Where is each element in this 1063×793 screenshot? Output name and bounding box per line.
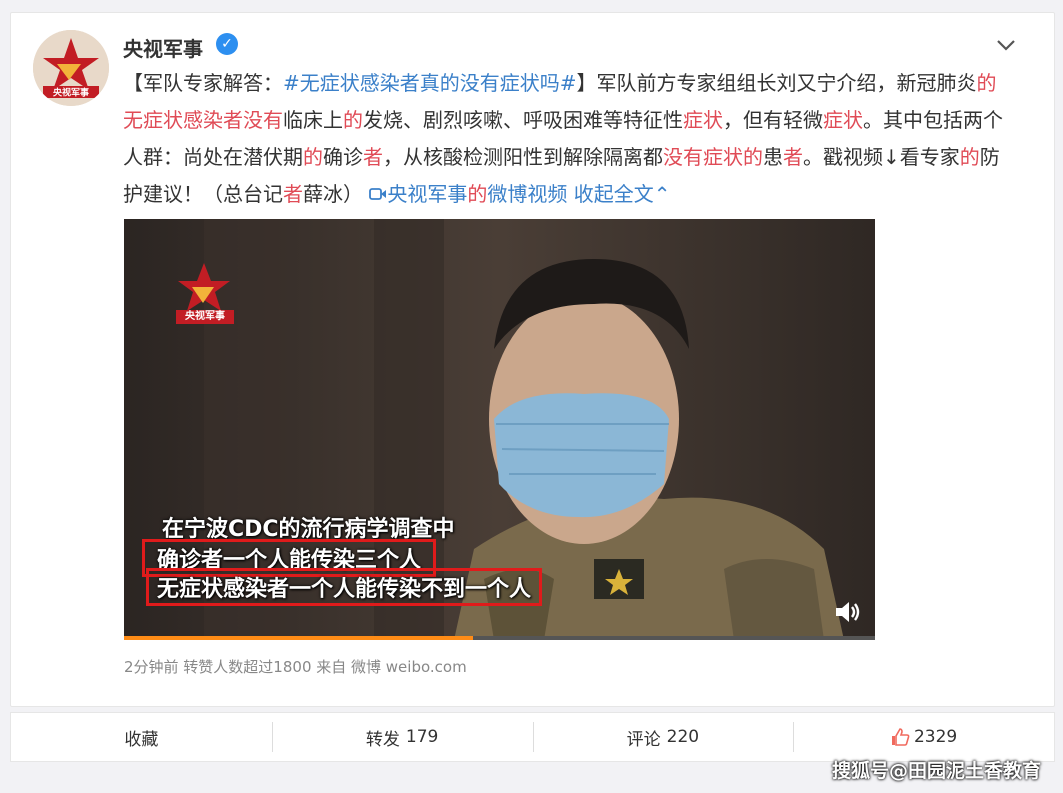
like-count: 2329 — [913, 727, 958, 747]
video-subtitle-line3: 无症状感染者一个人能传染不到一个人 — [146, 568, 543, 606]
repost-count: 179 — [405, 727, 439, 747]
comment-button[interactable]: 评论 220 — [532, 713, 794, 761]
like-button[interactable]: 2329 — [793, 713, 1054, 761]
repost-button[interactable]: 转发 179 — [271, 713, 533, 761]
post-text: 【军队专家解答：#无症状感染者真的没有症状吗#】军队前方专家组组长刘又宁介绍，新… — [123, 71, 1003, 206]
favorite-button[interactable]: 收藏 — [11, 713, 272, 761]
svg-text:央视军事: 央视军事 — [53, 87, 89, 99]
comment-count: 220 — [666, 727, 700, 747]
video-progress-bar[interactable] — [124, 636, 875, 640]
channel-logo-label: 央视军事 — [176, 310, 234, 324]
post-meta: 2分钟前 转赞人数超过1800 来自 微博 weibo.com — [124, 658, 467, 676]
hashtag-link[interactable]: #无症状感染者真的没有症状吗# — [283, 71, 577, 95]
comment-label: 评论 — [626, 729, 661, 750]
weibo-post-card: 央视军事 央视军事 ✓ 【军队专家解答：#无症状感染者真的没有症状吗#】军队前方… — [10, 12, 1055, 707]
chevron-down-icon[interactable] — [994, 35, 1018, 55]
watermark: 搜狐号@田园泥土香教育 — [831, 760, 1041, 782]
volume-icon[interactable] — [833, 598, 861, 626]
avatar[interactable]: 央视军事 — [33, 30, 109, 106]
video-progress-fill — [124, 636, 474, 640]
thumbs-up-icon — [891, 728, 910, 746]
video-link-icon — [369, 188, 387, 200]
video-player[interactable]: 央视军事 在宁波CDC的流行病学调查中 确诊者一个人能传染三个人 无症状感染者一… — [124, 219, 875, 640]
action-bar: 收藏 转发 179 评论 220 2329 — [10, 712, 1055, 762]
video-link[interactable]: 央视军事的微博视频 — [369, 182, 567, 206]
collapse-link[interactable]: 收起全文⌃ — [574, 182, 671, 206]
favorite-label: 收藏 — [124, 729, 159, 750]
verified-badge-icon: ✓ — [216, 33, 238, 55]
username[interactable]: 央视军事 — [123, 33, 203, 62]
cctv-military-logo-icon: 央视军事 — [33, 30, 109, 106]
repost-label: 转发 — [365, 729, 400, 750]
